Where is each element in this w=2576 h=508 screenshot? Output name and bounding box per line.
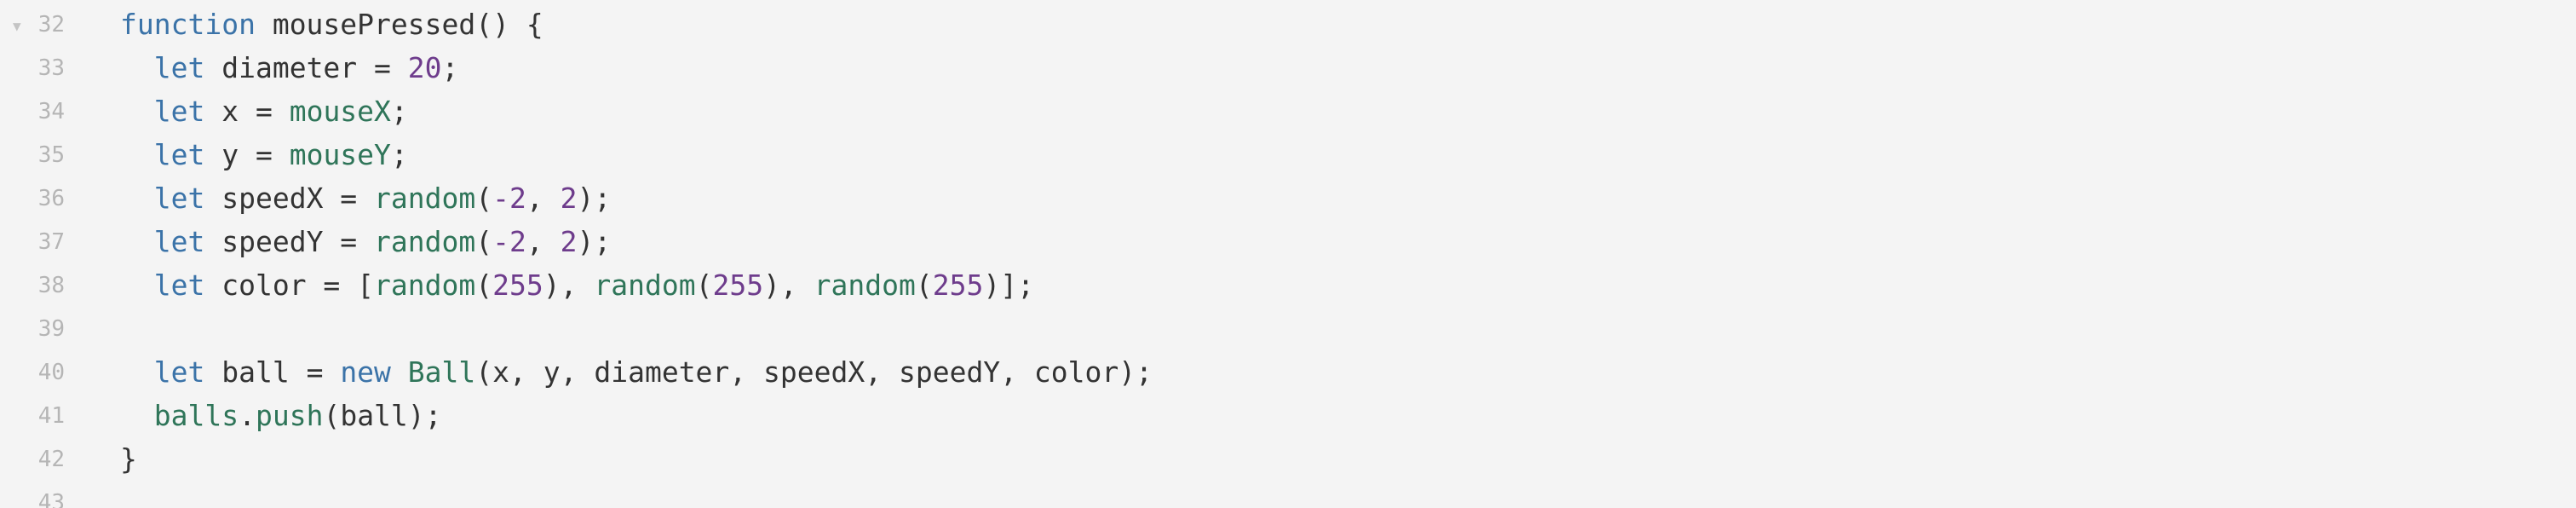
code-token: ( bbox=[475, 225, 493, 258]
code-token: let bbox=[153, 95, 205, 128]
code-token: (ball); bbox=[323, 399, 442, 432]
code-token: 20 bbox=[407, 51, 442, 84]
code-text: let x = mouseX; bbox=[120, 95, 408, 128]
code-token: random bbox=[594, 268, 696, 302]
code-line-40[interactable]: 40 let ball = new Ball(x, y, diameter, s… bbox=[0, 350, 2576, 394]
code-token: mouseY bbox=[289, 138, 391, 171]
code-text: let ball = new Ball(x, y, diameter, spee… bbox=[120, 355, 1153, 389]
code-text: } bbox=[120, 442, 137, 476]
code-token: 2 bbox=[560, 225, 578, 258]
code-text: balls.push(ball); bbox=[120, 399, 442, 432]
code-token: new bbox=[340, 355, 391, 389]
code-token: -2 bbox=[492, 182, 526, 215]
code-text: function mousePressed() { bbox=[120, 8, 543, 41]
code-editor[interactable]: ▼ 32 function mousePressed() {33 let diame… bbox=[0, 0, 2576, 508]
code-line-34[interactable]: 34 let x = mouseX; bbox=[0, 89, 2576, 133]
code-token: 255 bbox=[712, 268, 764, 302]
line-number: 41 bbox=[37, 402, 65, 429]
code-token: let bbox=[153, 138, 205, 171]
code-text: let speedY = random(-2, 2); bbox=[120, 225, 612, 258]
code-token: random bbox=[814, 268, 916, 302]
code-line-35[interactable]: 35 let y = mouseY; bbox=[0, 133, 2576, 176]
code-line-36[interactable]: 36 let speedX = random(-2, 2); bbox=[0, 176, 2576, 220]
code-text: let diameter = 20; bbox=[120, 51, 459, 84]
code-token: , bbox=[526, 225, 561, 258]
code-token: ; bbox=[390, 95, 408, 128]
code-token: diameter = bbox=[204, 51, 408, 84]
line-number: 33 bbox=[37, 55, 65, 81]
code-line-32[interactable]: ▼ 32 function mousePressed() { bbox=[0, 3, 2576, 46]
code-token: random bbox=[374, 268, 476, 302]
line-number: 34 bbox=[37, 98, 65, 124]
code-line-41[interactable]: 41 balls.push(ball); bbox=[0, 394, 2576, 437]
code-token: function bbox=[120, 8, 256, 41]
code-token: Ball bbox=[407, 355, 476, 389]
code-token: push bbox=[255, 399, 324, 432]
code-token: ( bbox=[915, 268, 933, 302]
code-token: ); bbox=[577, 225, 612, 258]
line-number: 40 bbox=[37, 359, 65, 385]
code-token: . bbox=[239, 399, 256, 432]
code-text: let color = [random(255), random(255), r… bbox=[120, 268, 1034, 302]
code-token: ( bbox=[695, 268, 713, 302]
line-number: 32 bbox=[37, 11, 65, 38]
code-line-33[interactable]: 33 let diameter = 20; bbox=[0, 46, 2576, 89]
code-token: 255 bbox=[932, 268, 984, 302]
line-number: 43 bbox=[37, 489, 65, 508]
line-number: 39 bbox=[37, 315, 65, 342]
line-number: 35 bbox=[37, 141, 65, 168]
code-token: let bbox=[153, 182, 205, 215]
code-token: -2 bbox=[492, 225, 526, 258]
code-token: ), bbox=[543, 268, 595, 302]
code-token: mouseX bbox=[289, 95, 391, 128]
code-token: mousePressed() { bbox=[255, 8, 543, 41]
code-token: (x, y, diameter, speedX, speedY, color); bbox=[475, 355, 1153, 389]
code-token: y = bbox=[204, 138, 290, 171]
line-number: 36 bbox=[37, 185, 65, 211]
code-token: ); bbox=[577, 182, 612, 215]
code-token: color = [ bbox=[204, 268, 375, 302]
code-token: 255 bbox=[492, 268, 543, 302]
code-line-37[interactable]: 37 let speedY = random(-2, 2); bbox=[0, 220, 2576, 263]
code-token: ( bbox=[475, 182, 493, 215]
code-token: x = bbox=[204, 95, 290, 128]
code-token: random bbox=[374, 225, 476, 258]
code-token: speedX = bbox=[204, 182, 375, 215]
code-text: let speedX = random(-2, 2); bbox=[120, 182, 612, 215]
code-token: let bbox=[153, 225, 205, 258]
code-token: let bbox=[153, 268, 205, 302]
line-number: 37 bbox=[37, 228, 65, 255]
code-token: } bbox=[120, 442, 137, 476]
line-number: 38 bbox=[37, 272, 65, 298]
line-number: 42 bbox=[37, 446, 65, 472]
code-line-43[interactable]: 43 bbox=[0, 481, 2576, 508]
code-token: ; bbox=[390, 138, 408, 171]
code-line-42[interactable]: 42} bbox=[0, 437, 2576, 481]
code-token: balls bbox=[153, 399, 239, 432]
code-text: let y = mouseY; bbox=[120, 138, 408, 171]
code-token: let bbox=[153, 51, 205, 84]
code-token: ; bbox=[441, 51, 459, 84]
code-token: let bbox=[153, 355, 205, 389]
code-line-38[interactable]: 38 let color = [random(255), random(255)… bbox=[0, 263, 2576, 307]
code-line-39[interactable]: 39 bbox=[0, 307, 2576, 350]
code-token: )]; bbox=[983, 268, 1034, 302]
code-token: random bbox=[374, 182, 476, 215]
code-token: speedY = bbox=[204, 225, 375, 258]
code-token: ), bbox=[763, 268, 814, 302]
code-token: ball = bbox=[204, 355, 341, 389]
code-token: ( bbox=[475, 268, 493, 302]
code-token: 2 bbox=[560, 182, 578, 215]
code-token: , bbox=[526, 182, 561, 215]
